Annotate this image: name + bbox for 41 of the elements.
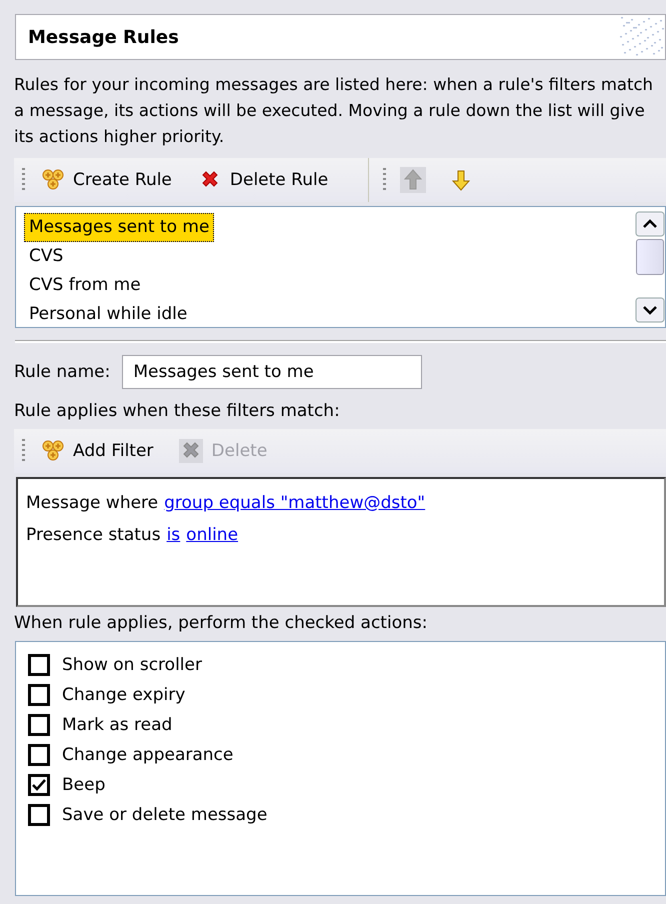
scroll-up-icon[interactable] bbox=[635, 211, 665, 237]
toolbar-button[interactable]: Delete Rule bbox=[188, 164, 338, 196]
checkbox[interactable] bbox=[28, 804, 50, 826]
action-label: Mark as read bbox=[62, 715, 172, 735]
toolbar-button[interactable]: Create Rule bbox=[31, 164, 182, 196]
action-label: Beep bbox=[62, 775, 106, 795]
filter-link[interactable]: group equals "matthew@dsto" bbox=[164, 487, 426, 519]
rule-name-field[interactable]: Messages sent to me bbox=[122, 355, 422, 389]
action-label: Change appearance bbox=[62, 745, 234, 765]
action-label: Show on scroller bbox=[62, 655, 202, 675]
scroll-thumb[interactable] bbox=[636, 239, 664, 275]
plus-cluster-icon bbox=[41, 439, 65, 463]
description-text: Rules for your incoming messages are listed here: when a rule's filters match a message, its actions will be executed. Moving a rule down the list will give its actions higher priority. bbox=[13, 74, 654, 148]
toolbar-grip bbox=[22, 168, 25, 192]
checkbox[interactable] bbox=[28, 744, 50, 766]
rule-list-item[interactable]: CVS bbox=[24, 242, 68, 271]
toolbar-button[interactable]: Add Filter bbox=[31, 435, 164, 467]
checkbox[interactable] bbox=[28, 774, 50, 796]
toolbar-grip bbox=[383, 168, 386, 192]
rule-list-item[interactable]: Personal while idle bbox=[24, 300, 192, 329]
pattern-icon bbox=[619, 17, 665, 57]
checkbox[interactable] bbox=[28, 714, 50, 736]
section-label: Rule applies when these filters match: bbox=[13, 400, 341, 423]
plus-cluster-icon bbox=[41, 168, 65, 192]
toolbar-grip bbox=[22, 439, 25, 463]
action-label: Change expiry bbox=[62, 685, 186, 705]
rule-list-item[interactable]: Messages sent to me bbox=[24, 213, 214, 242]
rule-list-item[interactable]: CVS from me bbox=[24, 271, 146, 300]
field-label: Rule name: bbox=[14, 362, 110, 382]
filter-link[interactable]: online bbox=[186, 519, 238, 551]
filter-text: Presence status bbox=[26, 524, 161, 547]
panel-title: Message Rules bbox=[28, 26, 179, 48]
checkbox[interactable] bbox=[28, 684, 50, 706]
section-label: When rule applies, perform the checked actions: bbox=[13, 612, 428, 635]
filter-link[interactable]: is bbox=[166, 519, 180, 551]
action-label: Save or delete message bbox=[62, 805, 268, 825]
scroll-down-icon[interactable] bbox=[635, 297, 665, 323]
filter-text: Message where bbox=[26, 492, 158, 515]
delete-x-icon bbox=[179, 439, 204, 463]
checkbox[interactable] bbox=[28, 654, 50, 676]
arrow-up-icon bbox=[400, 167, 426, 193]
